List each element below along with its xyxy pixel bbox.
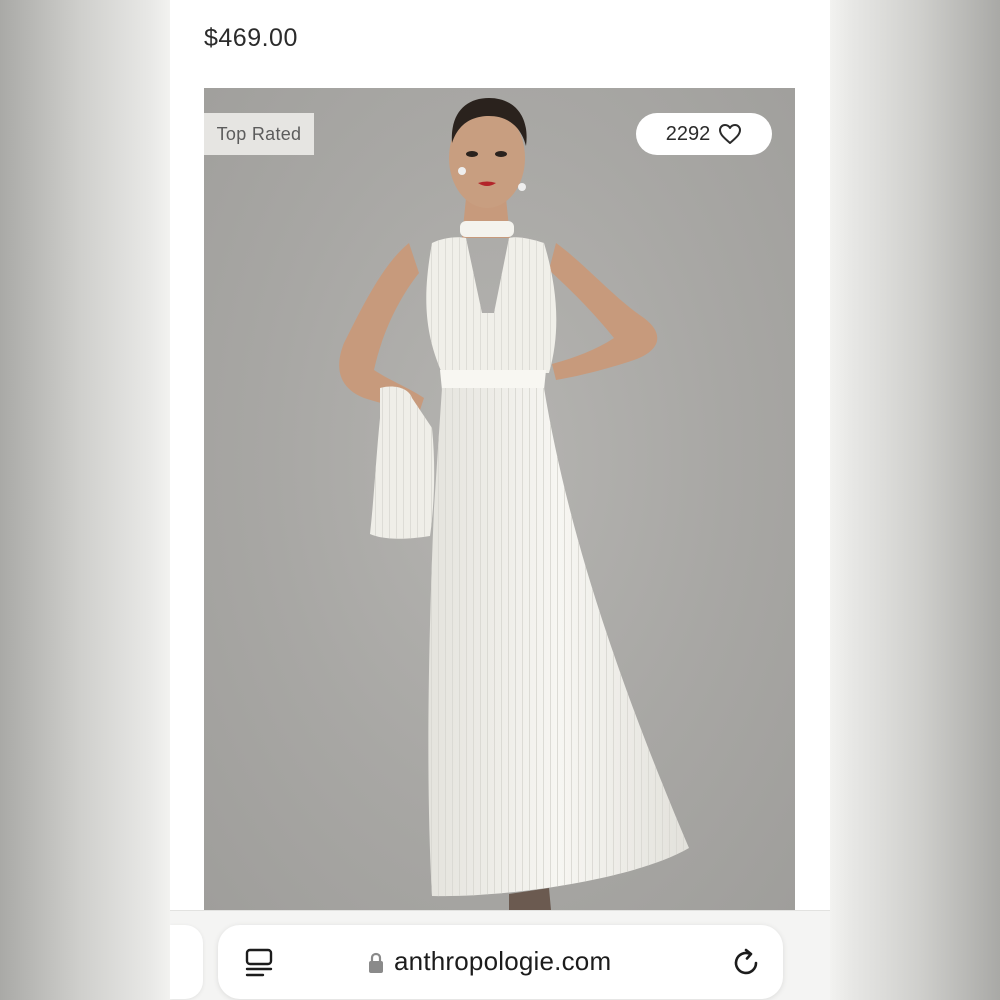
lock-icon xyxy=(369,952,383,973)
browser-toolbar: anthropologie.com xyxy=(170,910,830,1000)
favorite-button[interactable]: 2292 xyxy=(636,113,772,155)
reader-mode-icon[interactable] xyxy=(244,947,274,979)
url-text[interactable]: anthropologie.com xyxy=(394,946,611,977)
previous-tab-peek[interactable] xyxy=(170,925,203,999)
reload-icon[interactable] xyxy=(730,947,762,979)
product-price: $469.00 xyxy=(204,24,298,52)
top-rated-badge: Top Rated xyxy=(204,113,314,155)
browser-viewport: $469.00 Top Rated 2292 anthropologie.com xyxy=(170,0,830,1000)
product-image[interactable]: Top Rated 2292 xyxy=(204,88,795,910)
likes-count: 2292 xyxy=(665,122,711,145)
address-bar[interactable]: anthropologie.com xyxy=(218,925,783,999)
dress-photo xyxy=(339,98,689,910)
heart-icon xyxy=(719,124,742,144)
